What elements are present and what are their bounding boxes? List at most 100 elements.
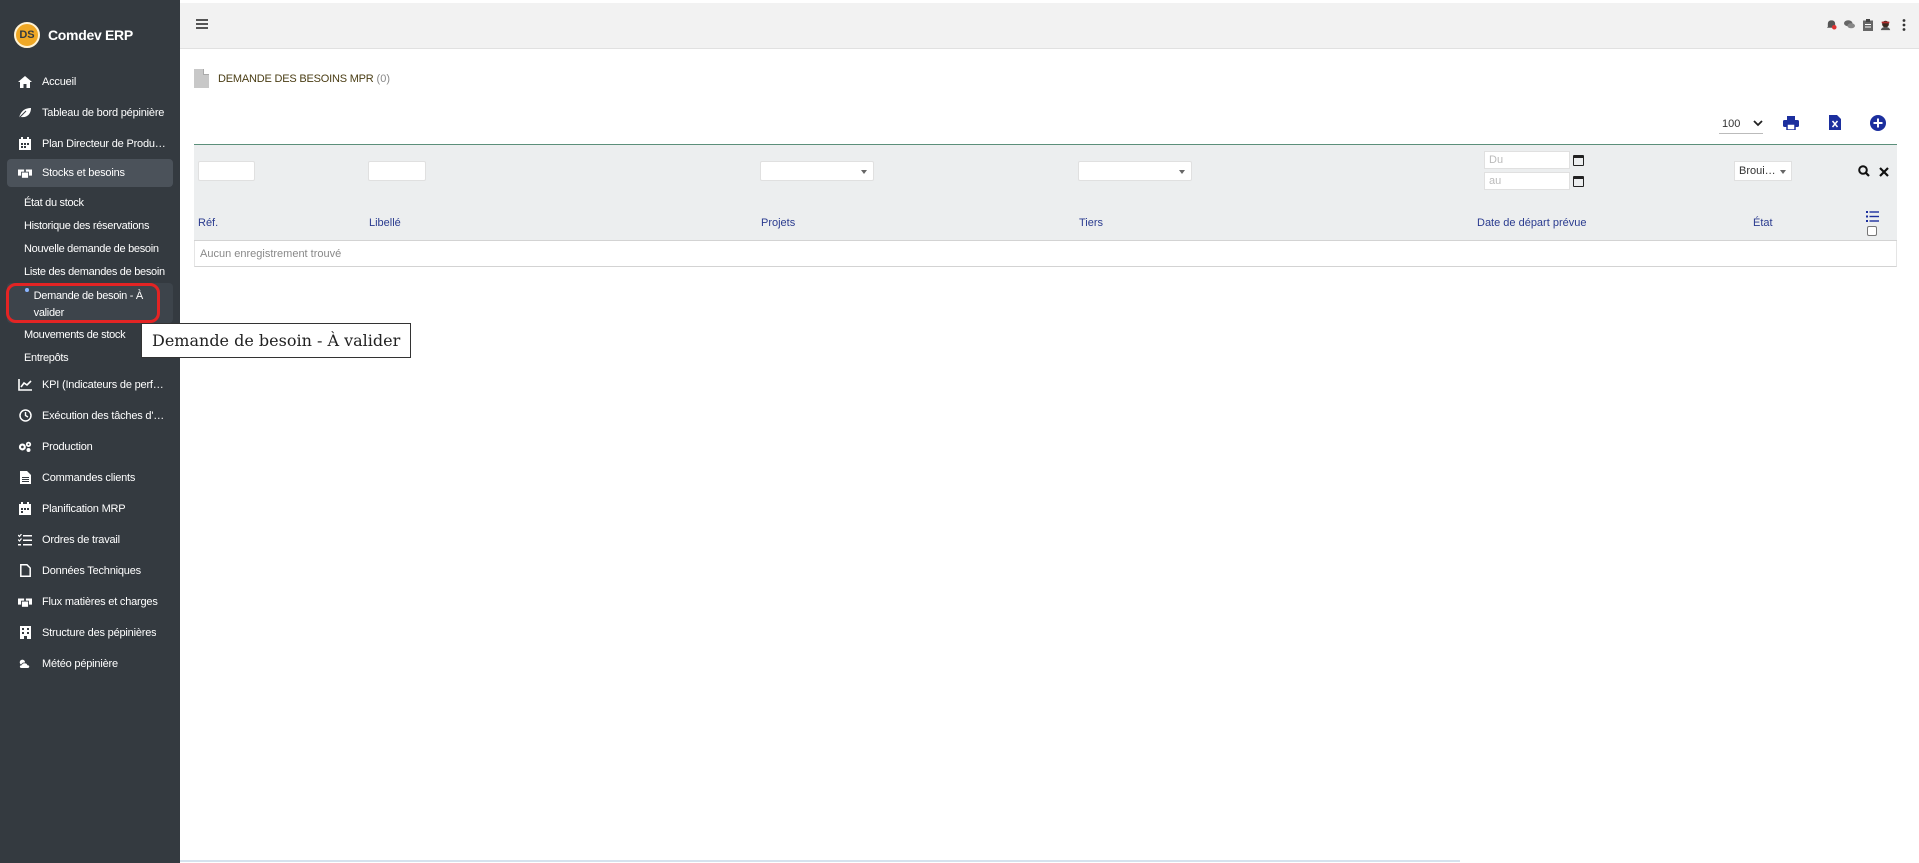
calendar-icon[interactable] bbox=[1573, 176, 1584, 187]
clipboard-icon[interactable] bbox=[1862, 18, 1873, 31]
highlight-annotation bbox=[6, 283, 160, 323]
calendar-icon[interactable] bbox=[1573, 155, 1584, 166]
brand-logo: DS bbox=[14, 22, 40, 48]
caret-down-icon bbox=[1780, 170, 1786, 174]
sidebar-item-stocks-et-besoins[interactable]: Stocks et besoins bbox=[7, 159, 173, 187]
caret-down-icon bbox=[861, 170, 867, 174]
clear-filter-icon[interactable] bbox=[1879, 166, 1889, 180]
sidebar-item-tableau-de-bord[interactable]: Tableau de bord pépinière bbox=[0, 97, 180, 128]
sidebar-item-plan-directeur[interactable]: Plan Directeur de Produ… bbox=[0, 128, 180, 159]
projets-filter-select[interactable] bbox=[760, 161, 874, 181]
add-button[interactable] bbox=[1868, 114, 1888, 134]
sidebar-item-label: Structure des pépinières bbox=[42, 626, 157, 639]
sidebar-item-label: Planification MRP bbox=[42, 502, 126, 515]
data-table: Du au Broui… Réf. Libellé Projets Tiers … bbox=[194, 144, 1897, 267]
file-excel-icon bbox=[1829, 115, 1841, 133]
home-icon bbox=[18, 75, 32, 89]
top-icons bbox=[1826, 18, 1909, 31]
sidebar-subitem-historique-reservations[interactable]: Historique des réservations bbox=[0, 214, 180, 237]
sidebar-item-label: Ordres de travail bbox=[42, 533, 120, 546]
sidebar-item-commandes-clients[interactable]: Commandes clients bbox=[0, 462, 180, 493]
sidebar-item-meteo-pepiniere[interactable]: Météo pépinière bbox=[0, 648, 180, 679]
brand[interactable]: DS Comdev ERP bbox=[14, 22, 133, 48]
boxes-icon bbox=[18, 595, 32, 609]
notification-icon[interactable] bbox=[1826, 19, 1837, 30]
sidebar-item-label: KPI (Indicateurs de perf… bbox=[42, 378, 164, 391]
sidebar-subitem-nouvelle-demande[interactable]: Nouvelle demande de besoin bbox=[0, 237, 180, 260]
date-to-input[interactable]: au bbox=[1484, 172, 1570, 190]
sidebar-item-kpi[interactable]: KPI (Indicateurs de perf… bbox=[0, 369, 180, 400]
column-header-ref[interactable]: Réf. bbox=[198, 217, 218, 229]
sidebar-subitem-liste-demandes[interactable]: Liste des demandes de besoin bbox=[0, 260, 180, 283]
column-header-libelle[interactable]: Libellé bbox=[369, 217, 401, 229]
column-header-date-depart[interactable]: Date de départ prévue bbox=[1477, 217, 1586, 229]
document-icon bbox=[194, 69, 209, 88]
sidebar-item-ordres-de-travail[interactable]: Ordres de travail bbox=[0, 524, 180, 555]
list-columns-icon[interactable] bbox=[1866, 211, 1879, 225]
file-text-icon bbox=[18, 471, 32, 485]
column-header-projets[interactable]: Projets bbox=[761, 217, 795, 229]
building-icon bbox=[18, 626, 32, 640]
sidebar-tooltip: Demande de besoin - À valider bbox=[141, 323, 412, 358]
user-avatar-icon[interactable] bbox=[1880, 19, 1891, 30]
sidebar-item-label: Production bbox=[42, 440, 93, 453]
tiers-filter-select[interactable] bbox=[1078, 161, 1192, 181]
sidebar-item-structure-pepinieres[interactable]: Structure des pépinières bbox=[0, 617, 180, 648]
chat-icon[interactable] bbox=[1844, 19, 1855, 30]
table-header-row: Réf. Libellé Projets Tiers Date de dépar… bbox=[194, 205, 1897, 241]
horizontal-scrollbar[interactable] bbox=[180, 860, 1460, 862]
page-header: DEMANDE DES BESOINS MPR (0) bbox=[194, 69, 390, 88]
print-icon bbox=[1783, 115, 1799, 133]
sidebar-item-label: Exécution des tâches d'… bbox=[42, 409, 165, 422]
chart-line-icon bbox=[18, 378, 32, 392]
per-page-value: 100 bbox=[1722, 117, 1741, 130]
sidebar-menu: Accueil Tableau de bord pépinière Plan D… bbox=[0, 66, 180, 679]
print-button[interactable] bbox=[1781, 114, 1801, 134]
calendar-icon bbox=[18, 502, 32, 516]
per-page-select[interactable]: 100 bbox=[1719, 114, 1763, 134]
filter-row: Du au Broui… bbox=[194, 144, 1897, 205]
sidebar-item-label: Accueil bbox=[42, 75, 77, 88]
cloud-sun-icon bbox=[18, 657, 32, 671]
sidebar-item-label: Stocks et besoins bbox=[42, 167, 125, 179]
date-from-input[interactable]: Du bbox=[1484, 151, 1570, 169]
sidebar-subitem-etat-du-stock[interactable]: État du stock bbox=[0, 191, 180, 214]
leaf-icon bbox=[18, 106, 32, 120]
sidebar-item-planification-mrp[interactable]: Planification MRP bbox=[0, 493, 180, 524]
sidebar-item-label: Commandes clients bbox=[42, 471, 136, 484]
select-all-checkbox[interactable] bbox=[1867, 226, 1877, 236]
top-bar bbox=[180, 3, 1919, 49]
clock-icon bbox=[18, 409, 32, 423]
calendar-icon bbox=[18, 137, 32, 151]
libelle-filter-input[interactable] bbox=[368, 161, 426, 181]
boxes-icon bbox=[18, 166, 32, 180]
menu-toggle-icon[interactable] bbox=[196, 19, 208, 29]
sidebar-item-accueil[interactable]: Accueil bbox=[0, 66, 180, 97]
cogs-icon bbox=[18, 440, 32, 454]
sidebar-item-flux-matieres[interactable]: Flux matières et charges bbox=[0, 586, 180, 617]
sidebar-item-label: Flux matières et charges bbox=[42, 595, 158, 608]
file-icon bbox=[18, 564, 32, 578]
search-icon[interactable] bbox=[1858, 165, 1870, 180]
more-vertical-icon[interactable] bbox=[1898, 18, 1909, 31]
sidebar-item-label: Météo pépinière bbox=[42, 657, 118, 670]
column-header-etat[interactable]: État bbox=[1753, 217, 1773, 229]
export-excel-button[interactable] bbox=[1825, 114, 1845, 134]
sidebar-item-production[interactable]: Production bbox=[0, 431, 180, 462]
tasks-icon bbox=[18, 533, 32, 547]
app-name: Comdev ERP bbox=[48, 27, 133, 43]
column-header-tiers[interactable]: Tiers bbox=[1079, 217, 1103, 229]
etat-filter-value: Broui… bbox=[1739, 165, 1776, 177]
record-count: (0) bbox=[376, 72, 390, 85]
page-title: DEMANDE DES BESOINS MPR bbox=[218, 72, 374, 85]
ref-filter-input[interactable] bbox=[198, 161, 255, 181]
sidebar-item-label: Données Techniques bbox=[42, 564, 141, 577]
empty-table-message: Aucun enregistrement trouvé bbox=[194, 241, 1897, 267]
caret-down-icon bbox=[1179, 170, 1185, 174]
sidebar-item-execution-taches[interactable]: Exécution des tâches d'… bbox=[0, 400, 180, 431]
sidebar-item-label: Plan Directeur de Produ… bbox=[42, 137, 166, 150]
chevron-down-icon bbox=[1753, 118, 1763, 130]
sidebar-item-donnees-techniques[interactable]: Données Techniques bbox=[0, 555, 180, 586]
sidebar: DS Comdev ERP Accueil Tableau de bord pé… bbox=[0, 0, 180, 863]
etat-filter-select[interactable]: Broui… bbox=[1734, 161, 1792, 181]
